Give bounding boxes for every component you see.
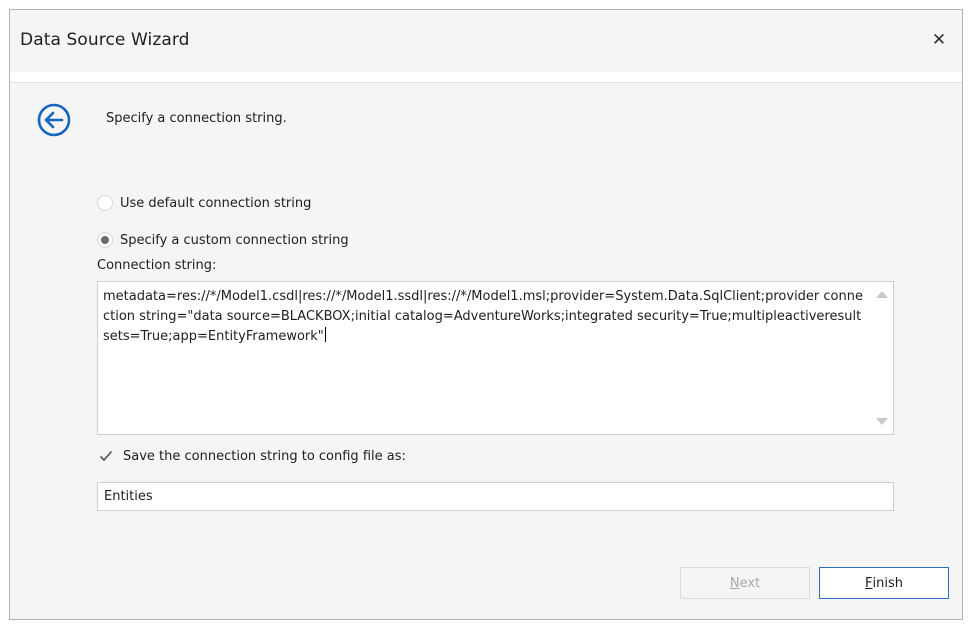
save-to-config-checkbox[interactable] <box>97 447 115 465</box>
text-caret <box>324 327 326 342</box>
finish-button-mnemonic: F <box>865 575 873 591</box>
radio-default-label: Use default connection string <box>120 195 312 211</box>
wizard-header: Specify a connection string. <box>10 82 962 158</box>
close-icon: ✕ <box>931 30 947 50</box>
save-to-config-label: Save the connection string to config fil… <box>123 448 406 464</box>
connection-string-value: metadata=res://*/Model1.csdl|res://*/Mod… <box>103 289 863 344</box>
wizard-window: Data Source Wizard ✕ Specify a connectio… <box>9 9 963 620</box>
next-button-label-rest: ext <box>739 575 761 591</box>
connection-string-label: Connection string: <box>97 258 217 273</box>
radio-button-unchecked[interactable] <box>97 195 113 211</box>
scroll-up-arrow-icon[interactable] <box>876 291 888 298</box>
title-bar: Data Source Wizard ✕ <box>10 10 962 72</box>
arrow-left-circle-icon <box>37 103 71 137</box>
radio-custom-connection[interactable]: Specify a custom connection string <box>97 232 349 248</box>
vertical-scrollbar[interactable] <box>871 282 893 434</box>
next-button[interactable]: Next <box>680 567 810 599</box>
radio-custom-label: Specify a custom connection string <box>120 232 349 248</box>
radio-button-checked[interactable] <box>97 232 113 248</box>
finish-button-label-rest: inish <box>872 575 903 591</box>
checkmark-icon <box>99 450 113 461</box>
scroll-down-arrow-icon[interactable] <box>876 418 888 425</box>
step-description: Specify a connection string. <box>106 111 287 126</box>
next-button-mnemonic: N <box>729 575 740 591</box>
config-name-input[interactable]: Entities <box>97 482 894 511</box>
connection-string-textarea[interactable]: metadata=res://*/Model1.csdl|res://*/Mod… <box>97 281 894 435</box>
radio-default-connection[interactable]: Use default connection string <box>97 195 311 211</box>
wizard-content: Use default connection string Specify a … <box>10 157 962 619</box>
window-title: Data Source Wizard <box>20 30 190 50</box>
save-to-config-checkbox-row[interactable]: Save the connection string to config fil… <box>97 447 406 465</box>
back-button[interactable] <box>36 102 72 138</box>
finish-button[interactable]: Finish <box>819 567 949 599</box>
close-button[interactable]: ✕ <box>924 25 954 55</box>
